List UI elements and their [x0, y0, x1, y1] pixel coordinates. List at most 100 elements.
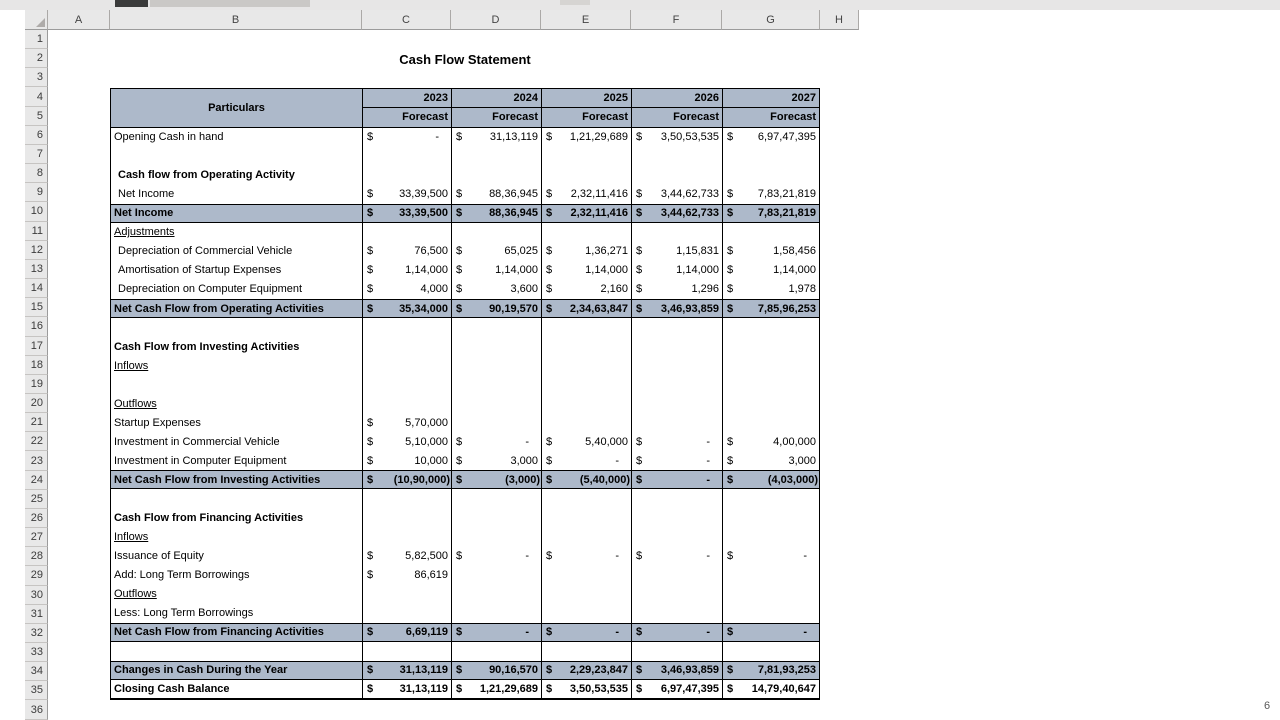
row-header-35[interactable]: 35 [25, 681, 48, 700]
value-cell[interactable] [451, 166, 541, 185]
value-cell[interactable] [541, 147, 631, 166]
value-cell[interactable] [451, 223, 541, 242]
row-header-1[interactable]: 1 [25, 30, 48, 49]
value-cell[interactable]: $2,32,11,416 [541, 205, 631, 222]
value-cell[interactable]: $5,10,000 [362, 432, 451, 451]
value-cell[interactable] [451, 394, 541, 413]
row-header-24[interactable]: 24 [25, 471, 48, 490]
value-cell[interactable] [541, 394, 631, 413]
value-cell[interactable]: $1,15,831 [631, 242, 722, 261]
value-cell[interactable] [722, 375, 819, 394]
value-cell[interactable]: $- [541, 624, 631, 641]
value-cell[interactable]: $- [541, 547, 631, 566]
value-cell[interactable] [631, 166, 722, 185]
value-cell[interactable] [362, 585, 451, 604]
row-header-8[interactable]: 8 [25, 164, 48, 183]
value-cell[interactable]: $6,97,47,395 [631, 680, 722, 698]
value-cell[interactable]: $- [722, 547, 819, 566]
value-cell[interactable]: $14,79,40,647 [722, 680, 819, 698]
value-cell[interactable]: $5,40,000 [541, 432, 631, 451]
value-cell[interactable] [631, 147, 722, 166]
value-cell[interactable]: $90,19,570 [451, 300, 541, 317]
value-cell[interactable]: $35,34,000 [362, 300, 451, 317]
row-label-cell[interactable]: Net Cash Flow from Operating Activities [111, 300, 362, 317]
value-cell[interactable]: $31,13,119 [362, 662, 451, 679]
row-label-cell[interactable]: Cash Flow from Investing Activities [111, 337, 362, 356]
value-cell[interactable] [541, 413, 631, 432]
value-cell[interactable]: $- [631, 432, 722, 451]
value-cell[interactable]: $4,000 [362, 280, 451, 299]
row-header-14[interactable]: 14 [25, 279, 48, 298]
value-cell[interactable]: $5,82,500 [362, 547, 451, 566]
value-cell[interactable]: $1,296 [631, 280, 722, 299]
value-cell[interactable] [451, 509, 541, 528]
value-cell[interactable]: $5,70,000 [362, 413, 451, 432]
value-cell[interactable] [451, 356, 541, 375]
value-cell[interactable] [722, 585, 819, 604]
row-header-3[interactable]: 3 [25, 68, 48, 87]
value-cell[interactable] [631, 585, 722, 604]
value-cell[interactable]: $- [631, 471, 722, 488]
value-cell[interactable] [722, 394, 819, 413]
value-cell[interactable] [362, 394, 451, 413]
row-header-36[interactable]: 36 [25, 700, 48, 719]
value-cell[interactable] [722, 166, 819, 185]
column-header-B[interactable]: B [110, 10, 362, 30]
row-label-cell[interactable]: Investment in Commercial Vehicle [111, 432, 362, 451]
row-header-31[interactable]: 31 [25, 605, 48, 624]
value-cell[interactable] [631, 318, 722, 337]
value-cell[interactable] [631, 489, 722, 508]
value-cell[interactable] [362, 318, 451, 337]
value-cell[interactable] [541, 337, 631, 356]
value-cell[interactable] [541, 604, 631, 623]
row-header-26[interactable]: 26 [25, 509, 48, 528]
row-label-cell[interactable]: Net Income [111, 205, 362, 222]
value-cell[interactable] [631, 356, 722, 375]
row-header-29[interactable]: 29 [25, 566, 48, 585]
value-cell[interactable]: $3,50,53,535 [541, 680, 631, 698]
value-cell[interactable]: $1,14,000 [362, 261, 451, 280]
row-label-cell[interactable]: Cash Flow from Financing Activities [111, 509, 362, 528]
value-cell[interactable]: $2,32,11,416 [541, 185, 631, 204]
row-label-cell[interactable]: Outflows [111, 394, 362, 413]
row-header-7[interactable]: 7 [25, 145, 48, 164]
value-cell[interactable]: $1,14,000 [631, 261, 722, 280]
value-cell[interactable]: $33,39,500 [362, 185, 451, 204]
value-cell[interactable]: $1,978 [722, 280, 819, 299]
value-cell[interactable] [451, 375, 541, 394]
value-cell[interactable] [362, 223, 451, 242]
value-cell[interactable]: $3,44,62,733 [631, 205, 722, 222]
row-header-5[interactable]: 5 [25, 107, 48, 126]
column-header-E[interactable]: E [541, 10, 631, 30]
row-label-cell[interactable] [111, 147, 362, 166]
value-cell[interactable] [631, 604, 722, 623]
year-header-2025[interactable]: 2025 [541, 89, 631, 108]
value-cell[interactable] [362, 528, 451, 547]
value-cell[interactable]: $(3,000) [451, 471, 541, 488]
value-cell[interactable] [722, 509, 819, 528]
row-label-cell[interactable]: Startup Expenses [111, 413, 362, 432]
value-cell[interactable]: $7,83,21,819 [722, 205, 819, 222]
value-cell[interactable]: $- [451, 547, 541, 566]
row-header-19[interactable]: 19 [25, 375, 48, 394]
value-cell[interactable]: $(10,90,000) [362, 471, 451, 488]
value-cell[interactable]: $2,29,23,847 [541, 662, 631, 679]
value-cell[interactable] [362, 337, 451, 356]
row-label-cell[interactable]: Less: Long Term Borrowings [111, 604, 362, 623]
value-cell[interactable] [362, 147, 451, 166]
value-cell[interactable]: $- [631, 624, 722, 641]
value-cell[interactable] [722, 604, 819, 623]
row-header-6[interactable]: 6 [25, 126, 48, 145]
value-cell[interactable] [362, 375, 451, 394]
value-cell[interactable] [541, 318, 631, 337]
value-cell[interactable] [631, 394, 722, 413]
particulars-header-cell[interactable]: Particulars [111, 89, 362, 127]
value-cell[interactable] [631, 413, 722, 432]
row-header-17[interactable]: 17 [25, 337, 48, 356]
value-cell[interactable]: $3,50,53,535 [631, 128, 722, 147]
row-header-9[interactable]: 9 [25, 183, 48, 202]
row-label-cell[interactable]: Depreciation on Computer Equipment [111, 280, 362, 299]
row-header-4[interactable]: 4 [25, 87, 48, 106]
value-cell[interactable] [451, 413, 541, 432]
value-cell[interactable]: $7,85,96,253 [722, 300, 819, 317]
